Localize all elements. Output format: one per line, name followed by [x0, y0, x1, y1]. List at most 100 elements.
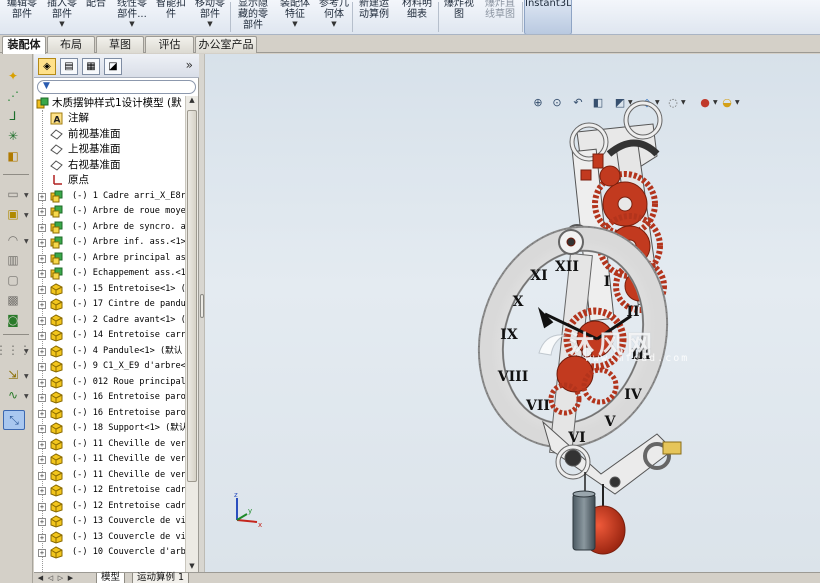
tree-item[interactable]: + (-) 16 Entretoise paro [34, 406, 186, 421]
tree-item[interactable]: + (-) 1 Cadre arri_X_E8r [34, 189, 186, 204]
assembly-icon[interactable]: ▣ [4, 206, 22, 222]
tab-1[interactable]: 布局 [47, 36, 95, 53]
expand-plus-icon[interactable]: + [38, 285, 46, 294]
tab-3[interactable]: 评估 [145, 36, 194, 53]
tree-item[interactable]: + (-) 10 Couvercle d'arb [34, 545, 186, 560]
tree-item[interactable]: + (-) Echappement ass.<1 [34, 266, 186, 281]
tree-root[interactable]: 木质摆钟样式1设计模型 (默 [34, 96, 186, 111]
ribbon-button-7[interactable]: 装配体 特征 ▼ [276, 0, 314, 34]
expand-plus-icon[interactable]: + [38, 239, 46, 247]
curve-icon[interactable]: ◠ [4, 232, 22, 248]
ribbon-button-4[interactable]: 智能扣 件 [152, 0, 190, 34]
expand-plus-icon[interactable]: + [38, 332, 46, 340]
expand-plus-icon[interactable]: + [38, 409, 46, 418]
tree-item[interactable]: + (-) 9 C1_X_E9 d'arbre< [34, 359, 186, 374]
expand-plus-icon[interactable]: + [38, 270, 46, 278]
chevron-down-icon[interactable]: ▼ [112, 20, 152, 29]
cut-icon[interactable]: ▥ [4, 252, 22, 268]
expand-plus-icon[interactable]: + [38, 347, 46, 356]
tree-item[interactable]: + (-) 4 Pandule<1> (默认 [34, 344, 186, 359]
tree-item[interactable]: 前视基准面 [34, 127, 186, 142]
tab-motion-study[interactable]: 运动算例 1 [132, 573, 190, 583]
chevron-down-icon[interactable]: ▼ [24, 192, 29, 199]
tab-2[interactable]: 草图 [96, 36, 144, 53]
tree-item[interactable]: + (-) 14 Entretoise carr [34, 328, 186, 343]
tree-filter-field[interactable]: ▼ [37, 80, 196, 94]
expand-plus-icon[interactable]: + [38, 301, 46, 309]
ribbon-button-5[interactable]: 移动零 部件 ▼ [190, 0, 230, 34]
axis-icon[interactable]: ⅃ [4, 108, 22, 124]
chevron-down-icon[interactable]: ▼ [276, 20, 314, 29]
tree-item[interactable]: + (-) 17 Cintre de pandu [34, 297, 186, 312]
ribbon-button-1[interactable]: 插入零 部件 ▼ [42, 0, 82, 34]
expand-plus-icon[interactable]: + [38, 502, 46, 511]
pin-icon[interactable]: ✦ [4, 68, 22, 84]
chevron-down-icon[interactable]: ▼ [24, 212, 29, 219]
tree-item[interactable]: + (-) 15 Entretoise<1> ( [34, 282, 186, 297]
tree-item[interactable]: + (-) 11 Cheville de ver [34, 437, 186, 452]
rapid-sketch-icon[interactable]: ⤡ [3, 410, 25, 430]
fillet-icon[interactable]: ▢ [4, 272, 22, 288]
expand-plus-icon[interactable]: + [38, 223, 46, 232]
chevron-down-icon[interactable]: ▼ [190, 20, 230, 29]
tree-item[interactable]: 原点 [34, 173, 186, 188]
expand-plus-icon[interactable]: + [38, 549, 46, 557]
ribbon-button-6[interactable]: 显示隐 藏的零 部件 [232, 0, 274, 34]
tree-item[interactable]: + (-) 13 Couvercle de vi [34, 530, 186, 545]
tree-item[interactable]: + (-) 12 Entretoise cadr [34, 483, 186, 498]
chevron-down-icon[interactable]: ▼ [24, 373, 29, 380]
property-manager-tab-icon[interactable]: ▤ [60, 58, 78, 75]
point-icon[interactable]: ✳ [4, 128, 22, 144]
expand-panel-icon[interactable]: » [186, 58, 193, 72]
tab-nav-right-icon[interactable]: ▷ [56, 573, 65, 583]
scrollbar-thumb[interactable] [187, 110, 197, 482]
chevron-down-icon[interactable]: ▼ [42, 20, 82, 29]
tab-0[interactable]: 装配体 [2, 36, 46, 54]
expand-plus-icon[interactable]: + [38, 471, 46, 480]
chevron-down-icon[interactable]: ▼ [24, 393, 29, 400]
expand-plus-icon[interactable]: + [38, 487, 46, 495]
expand-plus-icon[interactable]: + [38, 440, 46, 449]
pattern-icon[interactable]: ⋮⋮⋮ [0, 342, 31, 358]
expand-plus-icon[interactable]: + [38, 394, 46, 402]
feature-tree-scrollbar[interactable]: ▲ ▼ [185, 96, 198, 574]
smart-dimension-icon[interactable]: ⇲ [4, 367, 22, 383]
chevron-down-icon[interactable]: ▼ [24, 348, 29, 355]
feature-tree-tab-icon[interactable]: ◈ [38, 58, 56, 75]
view-icon[interactable]: ▭ [4, 186, 22, 202]
tree-item[interactable]: + (-) 13 Couvercle de vi [34, 514, 186, 529]
ribbon-button-3[interactable]: 线性零 部件... ▼ [112, 0, 152, 34]
chevron-down-icon[interactable]: ▼ [24, 238, 29, 245]
configuration-manager-tab-icon[interactable]: ▦ [82, 58, 100, 75]
expand-plus-icon[interactable]: + [38, 425, 46, 433]
ribbon-button-10[interactable]: 材料明 细表 [396, 0, 438, 34]
expand-plus-icon[interactable]: + [38, 518, 46, 526]
tree-item[interactable]: + (-) Arbre de syncro. a [34, 220, 186, 235]
ribbon-button-0[interactable]: 编辑零 部件 [2, 0, 42, 34]
display-manager-tab-icon[interactable]: ◪ [104, 58, 122, 75]
tree-item[interactable]: + (-) Arbre principal as [34, 251, 186, 266]
shell-icon[interactable]: ▩ [4, 292, 22, 308]
tree-item[interactable]: + (-) Arbre inf. ass.<1> [34, 235, 186, 250]
tab-nav-right-icon[interactable]: ▶ [66, 573, 75, 583]
tree-item[interactable]: + (-) 16 Entretoise paro [34, 390, 186, 405]
tree-item[interactable]: + (-) 18 Support<1> (默认 [34, 421, 186, 436]
expand-plus-icon[interactable]: + [38, 316, 46, 325]
tree-item[interactable]: + (-) 11 Cheville de ver [34, 468, 186, 483]
ribbon-button-2[interactable]: 配合 [82, 0, 110, 34]
ribbon-button-9[interactable]: 新建运 动算例 [354, 0, 394, 34]
tree-item[interactable]: + (-) 2 Cadre avant<1> ( [34, 313, 186, 328]
tab-4[interactable]: 办公室产品 [195, 36, 257, 53]
expand-plus-icon[interactable]: + [38, 378, 46, 387]
tree-item[interactable]: 右视基准面 [34, 158, 186, 173]
chevron-down-icon[interactable]: ▼ [316, 20, 352, 29]
spline-icon[interactable]: ∿ [4, 387, 22, 403]
ribbon-button-13[interactable]: Instant3D [524, 0, 572, 34]
tree-item[interactable]: + (-) 11 Cheville de ver [34, 452, 186, 467]
splitter-grip[interactable] [200, 294, 204, 318]
tree-item[interactable]: A 注解 [34, 111, 186, 126]
ribbon-button-8[interactable]: 参考几 何体 ▼ [316, 0, 352, 34]
expand-plus-icon[interactable]: + [38, 533, 46, 542]
graphics-viewport[interactable]: ⊕ ⊙ ↶ ◧ ◩ ▼ ◈ ▼ ◌ ▼ ● ▼ ◒ ▼ XII I II III… [205, 54, 820, 572]
expand-plus-icon[interactable]: + [38, 192, 46, 201]
